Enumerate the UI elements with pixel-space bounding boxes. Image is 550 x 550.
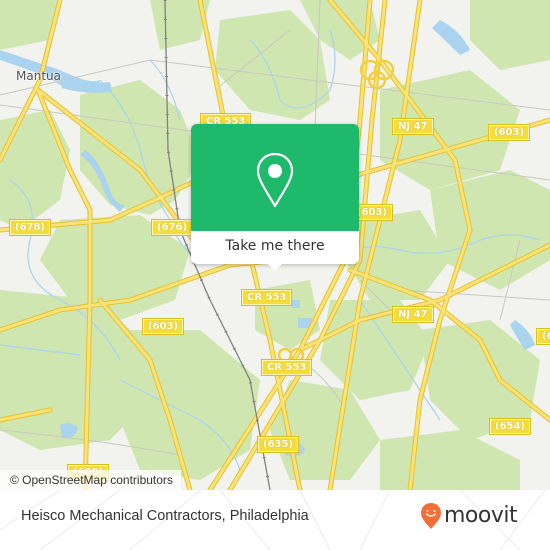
map-pin-icon [256, 152, 294, 208]
place-label-mantua: Mantua [16, 69, 61, 83]
road-shield-partial: (6 [536, 328, 550, 345]
moovit-wordmark: moovit [444, 503, 518, 528]
moovit-logo[interactable]: moovit [420, 502, 518, 530]
map[interactable]: Mantua CR 553 NJ 47 (603) (678) (676) (6… [0, 0, 550, 490]
moovit-pin-icon [421, 503, 441, 529]
location-popup: Take me there [191, 124, 359, 271]
road-shield-cr553: CR 553 [240, 289, 293, 306]
road-shield-678: (678) [8, 219, 52, 236]
road-shield-676: (676) [150, 219, 194, 236]
road-shield-nj47: NJ 47 [392, 118, 434, 135]
road-shield-603: (603) [487, 124, 531, 141]
road-shield-603: (603) [141, 318, 185, 335]
place-title: Heisco Mechanical Contractors, Philadelp… [21, 508, 309, 524]
take-me-there-button[interactable]: Take me there [191, 231, 359, 264]
road-shield-635: (635) [256, 436, 300, 453]
popup-header [191, 124, 359, 231]
road-shield-nj47: NJ 47 [392, 306, 434, 323]
footer: Heisco Mechanical Contractors, Philadelp… [0, 490, 550, 550]
map-attribution[interactable]: © OpenStreetMap contributors [0, 470, 181, 490]
popup-pointer [267, 263, 283, 271]
road-shield-cr553: CR 553 [260, 359, 313, 376]
road-shield-654: (654) [488, 418, 532, 435]
